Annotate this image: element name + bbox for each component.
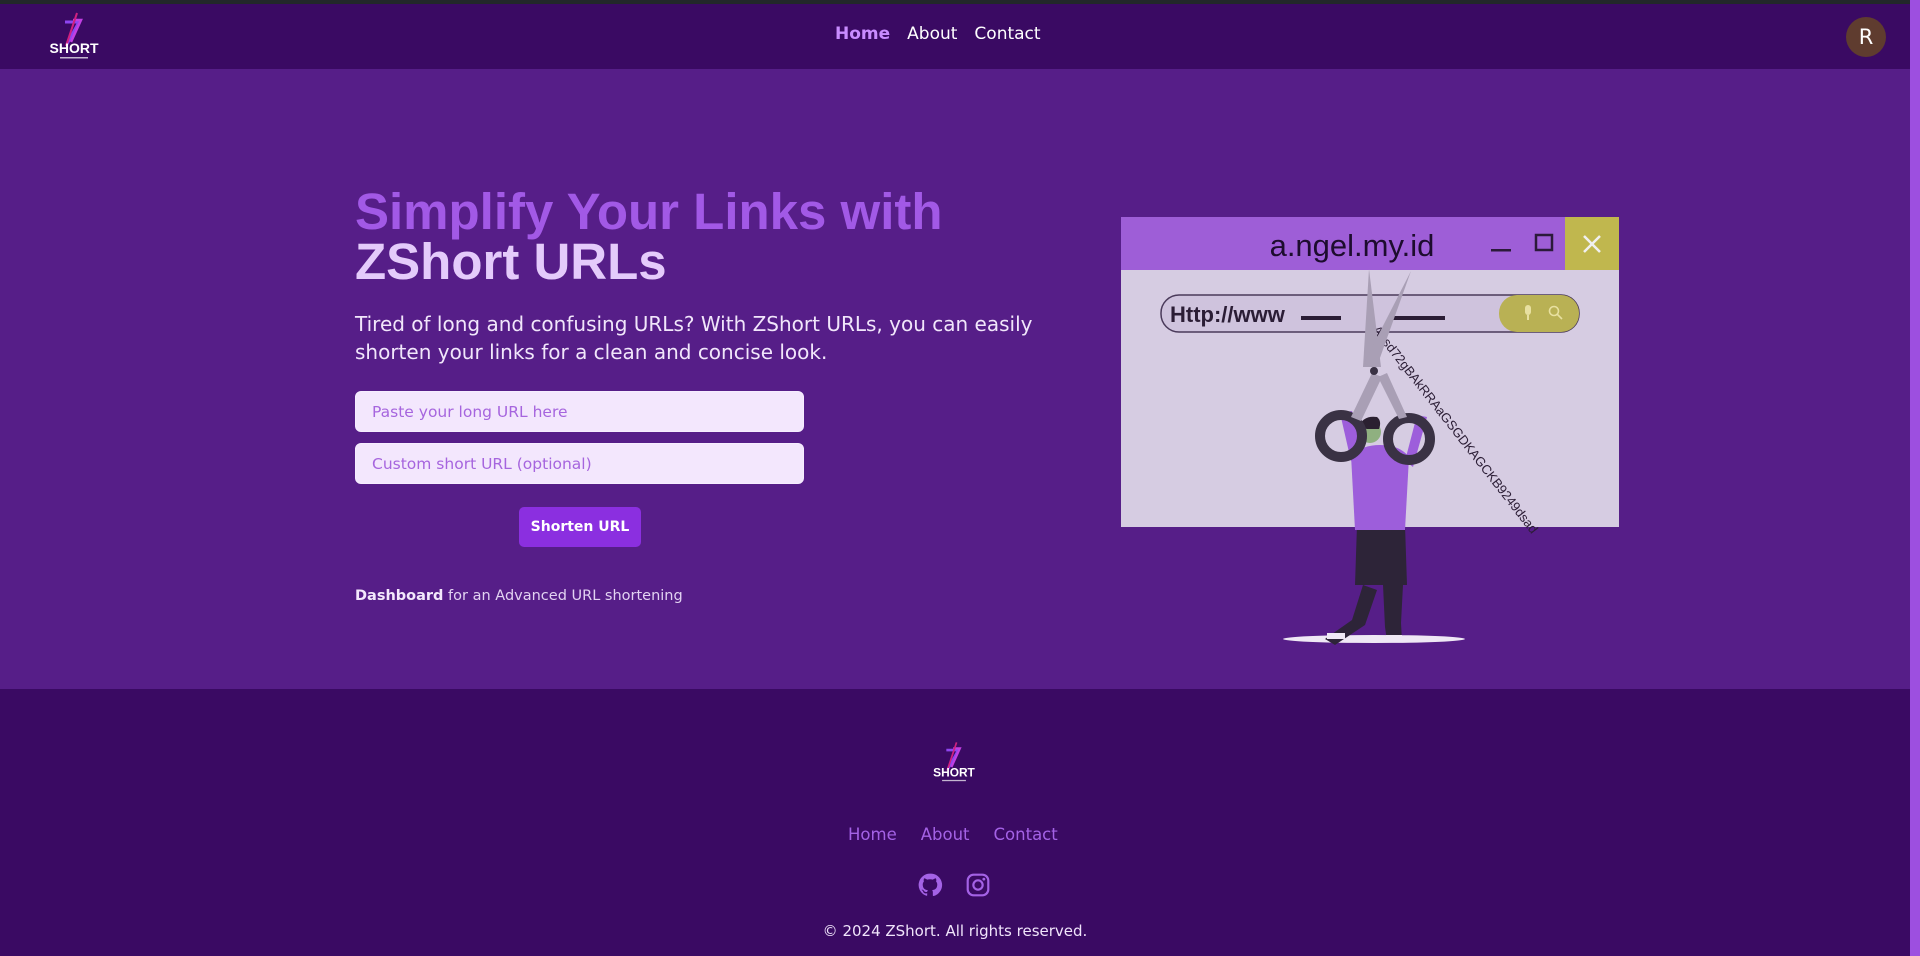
footer-home-link[interactable]: Home bbox=[848, 825, 897, 844]
user-avatar[interactable]: R bbox=[1846, 17, 1886, 57]
header: SHORT Home About Contact R bbox=[0, 4, 1910, 69]
illustration-search-buttons bbox=[1499, 295, 1579, 332]
footer-nav: Home About Contact bbox=[848, 825, 1058, 844]
hero-subtitle: Tired of long and confusing URLs? With Z… bbox=[355, 312, 1033, 364]
zshort-logo[interactable]: SHORT bbox=[47, 10, 101, 62]
shorten-url-button[interactable]: Shorten URL bbox=[519, 507, 641, 547]
hero-title-line2: ZShort URLs bbox=[355, 233, 667, 290]
browser-window-title: a.ngel.my.id bbox=[1270, 228, 1435, 263]
svg-text:SHORT: SHORT bbox=[933, 765, 975, 779]
minimize-icon bbox=[1491, 249, 1511, 252]
dashboard-link[interactable]: Dashboard bbox=[355, 588, 443, 604]
social-links bbox=[917, 872, 991, 898]
illustration-shadow bbox=[1283, 635, 1465, 643]
footer: SHORT Home About Contact © 2024 ZShort. … bbox=[0, 689, 1910, 956]
svg-text:SHORT: SHORT bbox=[50, 40, 99, 56]
dashboard-hint-text: for an Advanced URL shortening bbox=[443, 588, 683, 604]
long-url-input[interactable] bbox=[355, 391, 804, 432]
copyright-text: © 2024 ZShort. All rights reserved. bbox=[822, 922, 1088, 940]
dashboard-hint: Dashboard for an Advanced URL shortening bbox=[355, 588, 683, 604]
footer-about-link[interactable]: About bbox=[921, 825, 970, 844]
nav-about-link[interactable]: About bbox=[907, 24, 957, 44]
illustration-address-text: Http://www bbox=[1170, 302, 1286, 327]
page-scrollbar[interactable] bbox=[1910, 0, 1920, 956]
url-scissors-illustration: a.ngel.my.id Http://www Agsd72gBAkRRAaGS… bbox=[1121, 217, 1619, 645]
main-nav: Home About Contact bbox=[835, 24, 1041, 44]
instagram-icon[interactable] bbox=[965, 872, 991, 898]
nav-home-link[interactable]: Home bbox=[835, 24, 890, 44]
hero-section: Simplify Your Links with ZShort URLs Tir… bbox=[0, 69, 1910, 689]
hero-title-line1: Simplify Your Links with bbox=[355, 183, 943, 240]
footer-contact-link[interactable]: Contact bbox=[994, 825, 1058, 844]
footer-zshort-logo[interactable]: SHORT bbox=[931, 739, 977, 785]
hero-title: Simplify Your Links with ZShort URLs bbox=[355, 183, 943, 290]
nav-contact-link[interactable]: Contact bbox=[974, 24, 1040, 44]
custom-url-input[interactable] bbox=[355, 443, 804, 484]
github-icon[interactable] bbox=[917, 872, 943, 898]
